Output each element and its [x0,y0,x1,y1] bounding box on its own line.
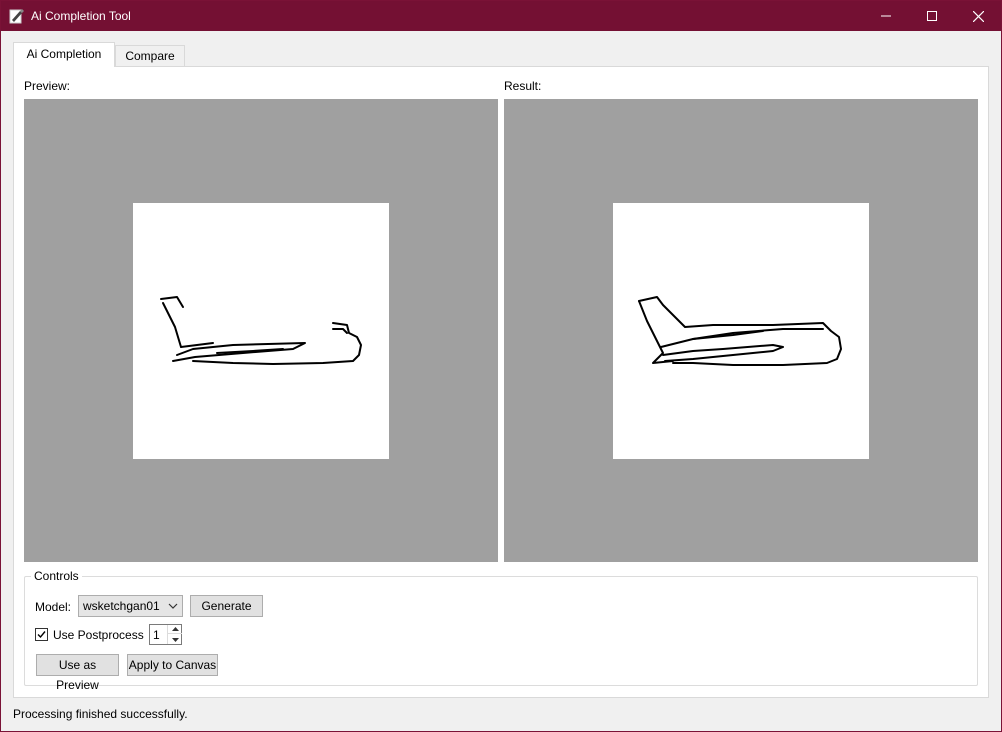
checkmark-icon [37,631,46,639]
apply-to-canvas-button[interactable]: Apply to Canvas [127,654,218,676]
preview-label: Preview: [24,79,71,93]
result-view[interactable] [504,99,978,562]
maximize-button[interactable] [909,1,955,31]
chevron-down-icon [168,603,178,609]
generate-button[interactable]: Generate [190,595,263,617]
close-icon [972,10,984,22]
preview-canvas[interactable] [133,203,389,459]
spin-down-button[interactable] [168,635,182,644]
minimize-button[interactable] [863,1,909,31]
result-sketch-image [638,296,842,366]
close-button[interactable] [955,1,1001,31]
maximize-icon [927,11,937,21]
controls-title: Controls [31,569,82,583]
model-select[interactable]: wsketchgan01 [78,595,183,617]
result-canvas[interactable] [613,203,869,459]
postprocess-label[interactable]: Use Postprocess [53,628,144,642]
preview-view[interactable] [24,99,498,562]
tab-ai-completion[interactable]: Ai Completion [13,42,115,67]
use-as-preview-button[interactable]: Use as Preview [36,654,119,692]
preview-sketch-image [160,296,362,365]
model-label: Model: [35,600,72,614]
minimize-icon [881,15,891,17]
tab-compare[interactable]: Compare [115,45,185,67]
arrow-down-icon [171,637,179,642]
postprocess-iterations-spinbox[interactable]: 1 [149,624,182,645]
status-text: Processing finished successfully. [13,707,188,721]
ai-completion-panel: Preview: Result: Controls Model: wsketch… [13,66,989,698]
postprocess-iterations-value[interactable]: 1 [153,628,160,642]
title-bar[interactable]: Ai Completion Tool [1,1,1001,31]
spin-up-button[interactable] [168,625,182,634]
model-select-value: wsketchgan01 [83,599,160,613]
app-icon [9,9,24,24]
result-label: Result: [504,79,542,93]
spin-buttons [167,625,182,644]
postprocess-checkbox[interactable] [35,628,48,641]
controls-group: Controls Model: wsketchgan01 Generate Us… [24,569,978,692]
arrow-up-icon [171,627,179,631]
window-title: Ai Completion Tool [31,9,131,23]
app-window: Ai Completion Tool Ai Completion Compare… [0,0,1002,732]
